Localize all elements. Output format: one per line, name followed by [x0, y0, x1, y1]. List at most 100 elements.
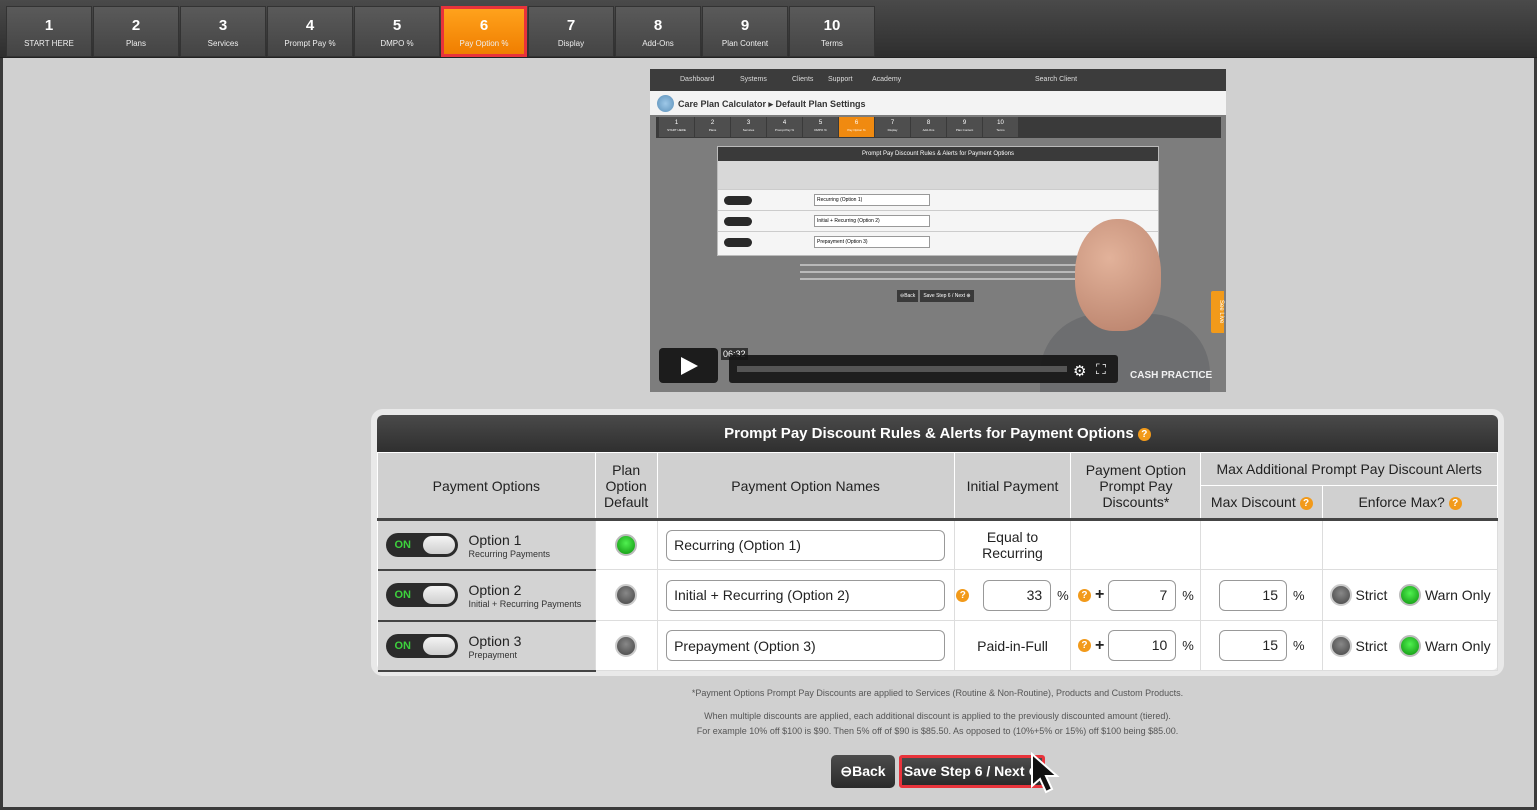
- option-3-strict-radio[interactable]: [1329, 634, 1352, 657]
- initial-payment-text: Equal to Recurring: [954, 519, 1072, 570]
- video-card-title: Prompt Pay Discount Rules & Alerts for P…: [718, 147, 1158, 161]
- video-toggle: [724, 196, 752, 205]
- help-icon[interactable]: ?: [1299, 496, 1313, 510]
- video-nav-item: Academy: [872, 76, 902, 83]
- step-tab-3[interactable]: 3 Services: [180, 6, 266, 57]
- step-label: Add-Ons: [642, 39, 674, 48]
- step-number: 3: [218, 17, 228, 34]
- option-2-default-radio[interactable]: [615, 584, 638, 606]
- option-2-cell: ON Option 2 Initial + Recurring Payments: [377, 569, 596, 622]
- step-tab-2[interactable]: 2 Plans: [93, 6, 179, 57]
- option-2-strict-radio[interactable]: [1329, 584, 1352, 606]
- col-max-alerts: Max Additional Prompt Pay Discount Alert…: [1200, 452, 1498, 486]
- step-number: 7: [566, 17, 576, 34]
- option-2-toggle[interactable]: ON: [385, 582, 458, 607]
- col-prompt-pay-discounts: Payment Option Prompt Pay Discounts*: [1070, 452, 1202, 521]
- video-step: 10 Terms: [983, 117, 1018, 137]
- video-back-button: ⊖Back: [897, 290, 919, 302]
- step-tab-5[interactable]: 5 DMPO %: [354, 6, 440, 57]
- video-nav-item: Clients: [792, 76, 814, 83]
- option-subtitle: Initial + Recurring Payments: [468, 598, 582, 609]
- step-tab-7[interactable]: 7 Display: [528, 6, 614, 57]
- step-tab-1[interactable]: 1 START HERE: [6, 6, 92, 57]
- payment-options-table: Payment Options Plan Option Default Paym…: [377, 452, 1498, 672]
- step-number: 5: [392, 17, 402, 34]
- video-search: Search Client: [1035, 76, 1078, 83]
- video-step: 1 START HERE: [659, 117, 694, 137]
- col-enforce-max: Enforce Max? ?: [1322, 485, 1498, 521]
- step-tab-4[interactable]: 4 Prompt Pay %: [267, 6, 353, 57]
- step-tab-6[interactable]: 6 Pay Option %: [441, 6, 527, 57]
- option-2-discount-input[interactable]: 7: [1108, 579, 1177, 611]
- video-card-columns: [718, 161, 1158, 189]
- option-1-default-radio[interactable]: [615, 534, 638, 556]
- step-number: 8: [653, 17, 663, 34]
- help-icon[interactable]: ?: [956, 588, 970, 602]
- table-row: ON Option 1 Recurring Payments Equal to …: [377, 519, 1498, 571]
- option-1-toggle[interactable]: ON: [385, 533, 458, 557]
- help-icon[interactable]: ?: [1448, 496, 1462, 510]
- option-3-cell: ON Option 3 Prepayment: [377, 620, 596, 672]
- play-button[interactable]: [659, 348, 718, 383]
- option-3-name-input[interactable]: [666, 630, 946, 661]
- save-next-button[interactable]: Save Step 6 / Next ⊕: [899, 755, 1045, 788]
- steps-bar: 1 START HERE 2 Plans 3 Services 4 Prompt Pay…: [0, 0, 1537, 58]
- video-progress-track[interactable]: [737, 366, 1067, 372]
- option-3-max-input[interactable]: 15: [1218, 630, 1287, 661]
- video-page-header: Care Plan Calculator ▸ Default Plan Sett…: [650, 91, 1226, 115]
- video-next-button: Save Step 6 / Next ⊕: [920, 290, 974, 302]
- option-3-default-radio[interactable]: [615, 634, 638, 657]
- video-name-box: Recurring (Option 1): [814, 194, 930, 206]
- option-title: Option 2: [468, 581, 522, 598]
- col-initial-payment: Initial Payment: [953, 452, 1072, 521]
- video-nav-item: Support: [828, 76, 853, 83]
- footnote-line: When multiple discounts are applied, eac…: [704, 711, 1171, 721]
- tutorial-video[interactable]: Dashboard Systems Clients Support Academ…: [650, 69, 1226, 392]
- option-subtitle: Recurring Payments: [468, 549, 551, 559]
- help-icon[interactable]: ?: [1137, 427, 1151, 441]
- option-2-warn-radio[interactable]: [1399, 584, 1422, 606]
- initial-payment-input[interactable]: 33: [983, 579, 1052, 611]
- table-row: ON Option 2 Initial + Recurring Payments…: [377, 569, 1498, 622]
- step-label: Plans: [125, 39, 146, 48]
- help-icon[interactable]: ?: [1077, 588, 1091, 602]
- step-tab-8[interactable]: 8 Add-Ons: [615, 6, 701, 57]
- option-subtitle: Prepayment: [468, 649, 518, 660]
- option-1-name-input[interactable]: [666, 529, 946, 561]
- step-label: Prompt Pay %: [284, 39, 336, 48]
- option-2-max-input[interactable]: 15: [1218, 579, 1287, 611]
- video-step: 9 Plan Content: [947, 117, 982, 137]
- video-buttons: ⊖Back Save Step 6 / Next ⊕: [897, 290, 976, 302]
- step-tab-9[interactable]: 9 Plan Content: [702, 6, 788, 57]
- option-title: Option 1: [468, 532, 522, 548]
- step-label: Display: [557, 39, 585, 48]
- step-tabs: 1 START HERE 2 Plans 3 Services 4 Prompt Pay…: [6, 6, 876, 58]
- table-row: ON Option 3 Prepayment Paid-in-Full ?+10…: [377, 620, 1498, 672]
- video-brand-watermark: CASH PRACTICE: [1130, 370, 1213, 381]
- step-label: Plan Content: [721, 39, 769, 48]
- video-toggle: [724, 217, 752, 226]
- step-number: 2: [131, 17, 141, 34]
- video-toggle: [724, 238, 752, 247]
- option-3-warn-radio[interactable]: [1399, 634, 1422, 657]
- video-breadcrumb: Care Plan Calculator ▸ Default Plan Sett…: [678, 99, 866, 109]
- gear-icon[interactable]: ⚙: [1073, 362, 1086, 380]
- back-button[interactable]: ⊖Back: [831, 755, 895, 788]
- video-step-tabs: 1 START HERE 2 Plans 3 Services 4 Prompt Pay…: [656, 117, 1221, 138]
- initial-payment-text: Paid-in-Full: [954, 620, 1072, 671]
- help-icon[interactable]: ?: [1077, 639, 1091, 652]
- app-logo-icon: [657, 95, 674, 112]
- step-label: START HERE: [24, 39, 74, 48]
- card-title: Prompt Pay Discount Rules & Alerts for P…: [724, 425, 1134, 442]
- step-tab-10[interactable]: 10 Terms: [789, 6, 875, 57]
- video-step: 8 Add-Ons: [911, 117, 946, 137]
- fullscreen-icon[interactable]: ⛶: [1096, 361, 1106, 378]
- col-option-names: Payment Option Names: [656, 452, 955, 521]
- video-step: 2 Plans: [695, 117, 730, 137]
- see-live-tab[interactable]: See Live: [1211, 291, 1224, 333]
- video-card-row: Recurring (Option 1): [718, 189, 1158, 210]
- option-2-name-input[interactable]: [666, 579, 946, 611]
- option-3-discount-input[interactable]: 10: [1108, 630, 1177, 661]
- video-app-nav: Dashboard Systems Clients Support Academ…: [650, 69, 1226, 91]
- option-3-toggle[interactable]: ON: [385, 633, 458, 658]
